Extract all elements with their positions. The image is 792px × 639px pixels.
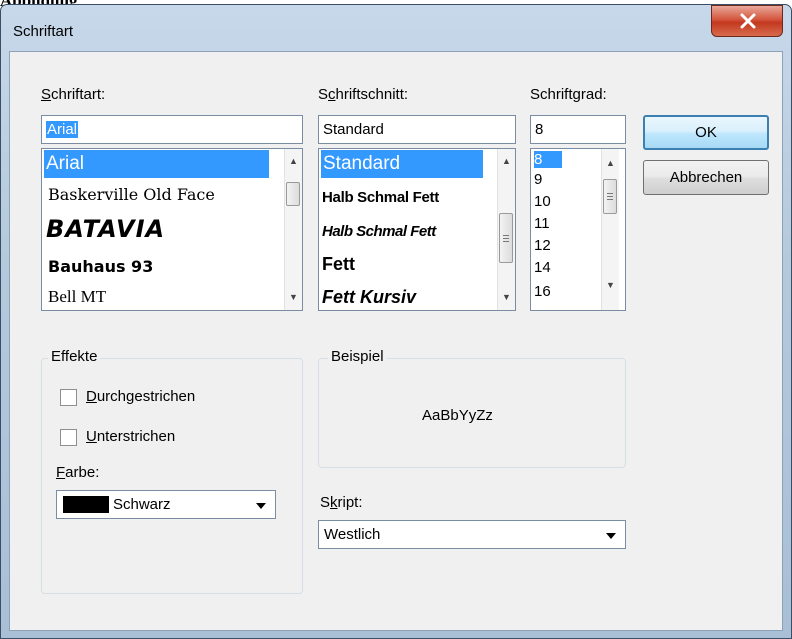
chevron-down-icon [256,503,266,509]
color-select-value: Schwarz [113,496,171,513]
font-list-scrollbar[interactable]: ▲ ▼ [284,149,302,310]
dialog-body: Schriftart: Arial Arial Baskerville Old … [9,51,783,631]
script-label: Skript: [320,494,363,511]
font-label: Schriftart: [41,86,106,103]
scroll-up-icon[interactable]: ▲ [602,155,619,172]
sample-preview-text: AaBbYyZz [422,407,493,424]
font-list-item[interactable]: Arial [44,150,269,178]
font-list-item[interactable]: Bauhaus 93 [48,257,153,276]
ok-button[interactable]: OK [643,115,769,150]
scroll-thumb[interactable] [603,179,617,214]
close-icon [740,13,756,29]
size-list-item[interactable]: 14 [534,259,551,276]
font-list-item[interactable]: BATAVIA [46,215,165,243]
cancel-button[interactable]: Abbrechen [643,160,769,195]
chevron-down-icon [606,533,616,539]
size-list-scrollbar[interactable]: ▲ ▼ [601,149,619,310]
underline-checkbox[interactable] [60,429,77,446]
font-list-item[interactable]: Bell MT [48,287,106,307]
title-bar: Schriftart [1,5,791,55]
strikethrough-checkbox[interactable] [60,389,77,406]
size-label: Schriftgrad: [530,86,607,103]
style-list-item[interactable]: Halb Schmal Fett [322,189,439,206]
style-input[interactable]: Standard [318,115,516,144]
script-select[interactable]: Westlich [318,520,626,549]
size-list-item[interactable]: 16 [534,283,551,300]
style-list-item[interactable]: Fett [322,254,355,275]
style-input-value: Standard [323,121,384,138]
color-label: Farbe: [56,464,100,481]
style-label: Schriftschnitt: [318,86,409,103]
script-select-value: Westlich [324,526,381,543]
style-list-item[interactable]: Standard [321,150,483,178]
font-input[interactable]: Arial [41,115,303,144]
style-list-scrollbar[interactable]: ▲ ▼ [497,149,515,310]
window-title: Schriftart [13,23,74,40]
strikethrough-label[interactable]: Durchgestrichen [86,388,195,405]
effects-title: Effekte [48,348,101,365]
size-list-item[interactable]: 12 [534,237,551,254]
style-list[interactable]: Standard Halb Schmal Fett Halb Schmal Fe… [318,148,516,311]
style-list-item[interactable]: Halb Schmal Fett [322,223,436,240]
size-list[interactable]: 8 9 10 11 12 14 16 ▲ ▼ [530,148,626,311]
color-select[interactable]: Schwarz [56,490,276,519]
color-swatch [63,496,109,513]
scroll-thumb[interactable] [286,182,300,206]
size-input[interactable]: 8 [530,115,626,144]
sample-title: Beispiel [328,348,387,365]
size-input-value: 8 [535,121,544,138]
size-list-item[interactable]: 8 [534,151,562,168]
size-list-item[interactable]: 11 [534,215,550,232]
scroll-down-icon[interactable]: ▼ [285,289,302,306]
scroll-up-icon[interactable]: ▲ [285,153,302,170]
style-list-item[interactable]: Fett Kursiv [322,287,416,308]
scroll-up-icon[interactable]: ▲ [498,153,515,170]
scroll-thumb[interactable] [499,213,513,263]
size-list-item[interactable]: 10 [534,193,551,210]
scroll-down-icon[interactable]: ▼ [602,277,619,294]
font-input-value: Arial [46,121,79,138]
size-list-item[interactable]: 9 [534,171,542,188]
underline-label[interactable]: Unterstrichen [86,428,175,445]
font-list[interactable]: Arial Baskerville Old Face BATAVIA Bauha… [41,148,303,311]
close-button[interactable] [711,5,783,37]
font-dialog: Schriftart Schriftart: Arial Arial Baske… [0,4,792,639]
font-list-item[interactable]: Baskerville Old Face [48,185,215,204]
scroll-down-icon[interactable]: ▼ [498,289,515,306]
